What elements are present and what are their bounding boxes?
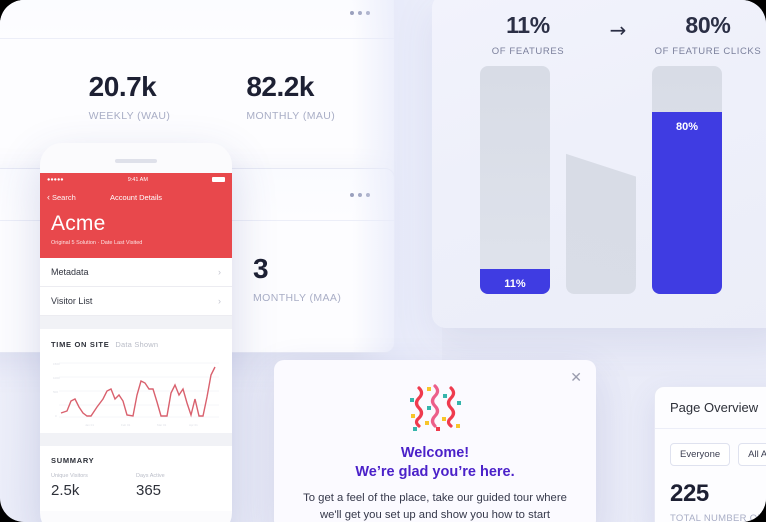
summary-unique-visitors: Unique Visitors 2.5k <box>51 473 136 499</box>
phone-speaker-icon <box>115 159 157 163</box>
close-icon[interactable]: ✕ <box>570 371 582 385</box>
metric-weekly-active-users: 20.7k WEEKLY (WAU) <box>79 71 237 123</box>
metric-label: Y (DAU) <box>0 110 79 122</box>
nav-title: Account Details <box>109 192 163 202</box>
bar-value-label: 11% <box>480 268 550 294</box>
stat-percent: 80% <box>685 12 731 38</box>
summary-label: Days Active <box>136 473 165 479</box>
svg-text:1000: 1000 <box>53 376 60 380</box>
svg-text:Apr 01: Apr 01 <box>189 423 198 427</box>
list-item-label: Metadata <box>51 267 89 277</box>
bar-value-label: 80% <box>652 111 722 294</box>
status-time: 9:41 AM <box>127 176 148 183</box>
svg-text:Jan 01: Jan 01 <box>85 423 94 427</box>
summary-value: 365 <box>136 482 162 499</box>
filter-chip-everyone[interactable]: Everyone <box>670 443 731 466</box>
svg-text:Mar 01: Mar 01 <box>157 423 167 427</box>
phone-list-item-visitor-list[interactable]: Visitor List › <box>40 287 232 316</box>
confetti-icon <box>410 384 461 431</box>
page-overview-filters: Everyone All Ap <box>655 429 766 466</box>
welcome-body: To get a feel of the place, take our gui… <box>303 492 567 521</box>
filter-chip-all-apps[interactable]: All Ap <box>738 443 766 466</box>
svg-text:0: 0 <box>55 414 57 418</box>
metric-monthly-active-users: 82.2k MONTHLY (MAU) <box>236 71 394 123</box>
page-overview-label: TOTAL NUMBER OF P <box>670 513 766 522</box>
svg-text:500: 500 <box>53 390 58 394</box>
summary-value: 2.5k <box>51 482 80 499</box>
metric-value: 82.2k <box>246 71 314 102</box>
phone-list-item-metadata[interactable]: Metadata › <box>40 258 232 287</box>
account-name: Acme <box>51 212 106 235</box>
welcome-title-line1: Welcome! <box>400 445 470 461</box>
metric-label: MONTHLY (MAU) <box>246 110 336 122</box>
metric-value: 295 <box>0 73 79 101</box>
phone-time-on-site-section: TIME ON SITE Data Shown Jan 01 Feb 01 Mar… <box>40 329 232 433</box>
arrow-right-icon: → <box>609 18 627 42</box>
feature-adoption-chart-card: 11% OF FEATURES → 80% OF FEATURE CLICKS … <box>432 0 766 328</box>
page-overview-title: Page Overview <box>655 387 766 429</box>
phone-mockup: ●●●●● 9:41 AM ‹ Search Account Details A… <box>40 143 232 522</box>
bar-of-feature-clicks: 80% <box>652 66 722 294</box>
section-divider <box>40 316 232 329</box>
more-horizontal-icon[interactable] <box>350 10 370 15</box>
chart-bars: 11% 80% <box>480 66 744 294</box>
metric-label: WEEKLY (WAU) <box>88 110 171 122</box>
metric-value: 3 <box>253 253 269 284</box>
stat-of-feature-clicks: 80% OF FEATURE CLICKS <box>652 12 764 57</box>
phone-summary-section: SUMMARY Unique Visitors 2.5k Days Active… <box>40 446 232 511</box>
line-chart-svg: Jan 01 Feb 01 Mar 01 Apr 01 1500 1000 500 0 <box>53 362 219 427</box>
page-overview-card: Page Overview Everyone All Ap 225 TOTAL … <box>654 386 766 522</box>
summary-days-active: Days Active 365 <box>136 473 221 499</box>
chevron-right-icon: › <box>218 296 221 306</box>
metric-monthly-active-accounts: 3 MONTHLY (MAA) <box>243 253 394 305</box>
more-horizontal-icon[interactable] <box>350 192 370 197</box>
welcome-modal: ✕ Welcome! We’re glad you’re here. To ge… <box>274 360 596 522</box>
stat-of-features: 11% OF FEATURES <box>472 12 584 57</box>
bar-transition-wedge <box>566 66 636 294</box>
phone-status-bar: ●●●●● 9:41 AM <box>40 173 232 186</box>
svg-text:1500: 1500 <box>53 362 60 366</box>
summary-grid: Unique Visitors 2.5k Days Active 365 <box>51 473 221 499</box>
card-header <box>0 0 394 39</box>
section-divider <box>40 433 232 446</box>
section-title-text: TIME ON SITE <box>51 340 110 349</box>
section-subtitle-text: Data Shown <box>115 340 159 349</box>
account-subtitle: Original 5 Solution · Date Last Visited <box>51 240 143 246</box>
metric-value: 20.7k <box>88 71 157 102</box>
summary-title: SUMMARY <box>51 456 95 465</box>
stat-percent: 11% <box>506 12 550 38</box>
summary-label: Unique Visitors <box>51 473 88 479</box>
time-on-site-line-chart: Jan 01 Feb 01 Mar 01 Apr 01 1500 1000 500 0 <box>51 355 221 429</box>
stat-caption: OF FEATURES <box>491 46 565 57</box>
metric-row-active-users: 295 Y (DAU) 20.7k WEEKLY (WAU) 82.2k MON… <box>0 39 394 123</box>
metric-daily-active-users: 295 Y (DAU) <box>0 73 79 122</box>
metric-label: MONTHLY (MAA) <box>253 292 342 304</box>
list-item-label: Visitor List <box>51 296 93 306</box>
welcome-title-line2: We’re glad you’re here. <box>355 463 515 480</box>
welcome-title: Welcome! We’re glad you’re here. <box>294 444 576 481</box>
svg-text:Feb 01: Feb 01 <box>121 423 131 427</box>
carrier-dots-icon: ●●●●● <box>47 176 64 183</box>
app-screenshot: 295 Y (DAU) 20.7k WEEKLY (WAU) 82.2k MON… <box>0 0 766 522</box>
stat-caption: OF FEATURE CLICKS <box>654 46 762 57</box>
phone-nav-bar: ‹ Search Account Details <box>40 186 232 208</box>
page-overview-number: 225 <box>670 480 709 507</box>
battery-icon <box>212 177 225 182</box>
chevron-right-icon: › <box>218 267 221 277</box>
phone-account-hero: Acme Original 5 Solution · Date Last Vis… <box>40 208 232 258</box>
chart-header: 11% OF FEATURES → 80% OF FEATURE CLICKS <box>432 0 766 57</box>
bar-of-features: 11% <box>480 66 550 294</box>
section-title: TIME ON SITE Data Shown <box>51 340 221 349</box>
